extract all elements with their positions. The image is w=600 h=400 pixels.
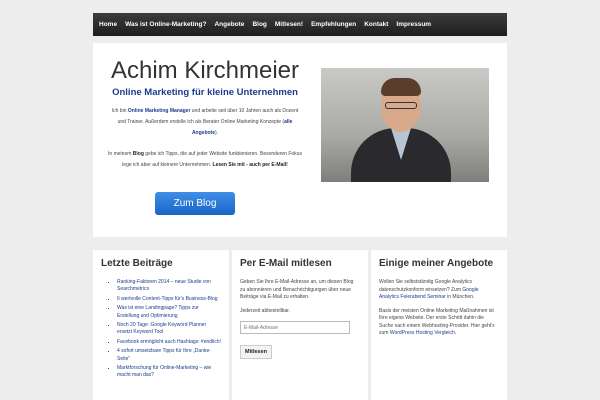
- subscribe-widget: Per E-Mail mitlesen Geben Sie Ihre E-Mai…: [232, 250, 368, 400]
- post-link[interactable]: Ranking-Faktoren 2014 – neue Studie von …: [117, 279, 221, 294]
- recent-posts-list: Ranking-Faktoren 2014 – neue Studie von …: [101, 279, 221, 380]
- read-along-bold: Lesen Sie mit - auch per E-Mail!: [212, 162, 288, 168]
- email-field[interactable]: [240, 321, 350, 334]
- nav-blog[interactable]: Blog: [248, 13, 270, 36]
- intro-paragraph: Ich bin Online Marketing Manager und arb…: [108, 106, 302, 139]
- hero-section: Achim Kirchmeier Online Marketing für kl…: [93, 43, 507, 237]
- post-link[interactable]: 4 sofort umsetzbare Tipps für Ihre „Dank…: [117, 348, 221, 363]
- post-link[interactable]: Marktforschung für Online-Marketing – wi…: [117, 365, 221, 380]
- subscribe-text: Geben Sie Ihre E-Mail-Adresse an, um die…: [240, 279, 354, 300]
- link-hosting-vergleich[interactable]: WordPress Hosting Vergleich: [390, 330, 455, 336]
- photo-hair: [381, 78, 421, 96]
- recent-posts-title: Letzte Beiträge: [101, 258, 173, 269]
- post-link[interactable]: Facebook ermöglicht auch Hashtags: #endl…: [117, 339, 221, 346]
- nav-mitlesen[interactable]: Mitlesen!: [271, 13, 307, 36]
- offers-paragraph-1: Wollen Sie selbstständig Google Analytic…: [379, 279, 499, 302]
- offers-text: in München.: [445, 294, 475, 300]
- intro-text: Ich bin: [111, 108, 128, 114]
- post-link[interactable]: Noch 20 Tage: Google Keyword Planner ers…: [117, 322, 221, 337]
- nav-impressum[interactable]: Impressum: [392, 13, 435, 36]
- post-link[interactable]: Was ist eine Landingpage? Tipps zur Erst…: [117, 305, 221, 320]
- offers-widget: Einige meiner Angebote Wollen Sie selbst…: [371, 250, 507, 400]
- blog-bold: Blog: [132, 151, 144, 157]
- subscribe-title: Per E-Mail mitlesen: [240, 258, 332, 269]
- nav-empfehlungen[interactable]: Empfehlungen: [307, 13, 360, 36]
- offers-title: Einige meiner Angebote: [379, 258, 494, 269]
- offers-text: Wollen Sie selbstständig Google Analytic…: [379, 279, 473, 293]
- offers-paragraph-2: Basis der meisten Online Marketing Maßna…: [379, 308, 499, 338]
- blog-text: In meinem: [108, 151, 133, 157]
- zum-blog-button[interactable]: Zum Blog: [155, 192, 235, 215]
- blog-paragraph: In meinem Blog gebe ich Tipps, die auf j…: [108, 149, 302, 171]
- link-online-marketing-manager[interactable]: Online Marketing Manager: [128, 108, 191, 114]
- offers-text: .: [454, 330, 457, 336]
- nav-online-marketing[interactable]: Was ist Online-Marketing?: [121, 13, 210, 36]
- post-link[interactable]: 6 wertvolle Content-Tipps für's Business…: [117, 296, 221, 303]
- site-tagline: Online Marketing für kleine Unternehmen: [112, 87, 298, 98]
- recent-posts-widget: Letzte Beiträge Ranking-Faktoren 2014 – …: [93, 250, 229, 400]
- portrait-photo: [321, 68, 489, 182]
- site-title: Achim Kirchmeier: [110, 57, 300, 84]
- nav-kontakt[interactable]: Kontakt: [360, 13, 392, 36]
- subscribe-note: Jederzeit abbestellbar.: [240, 307, 291, 314]
- nav-home[interactable]: Home: [95, 13, 121, 36]
- photo-glasses: [385, 102, 417, 109]
- nav-angebote[interactable]: Angebote: [210, 13, 248, 36]
- intro-text: ).: [215, 130, 219, 136]
- main-nav: Home Was ist Online-Marketing? Angebote …: [93, 13, 507, 36]
- mitlesen-button[interactable]: Mitlesen: [240, 345, 273, 359]
